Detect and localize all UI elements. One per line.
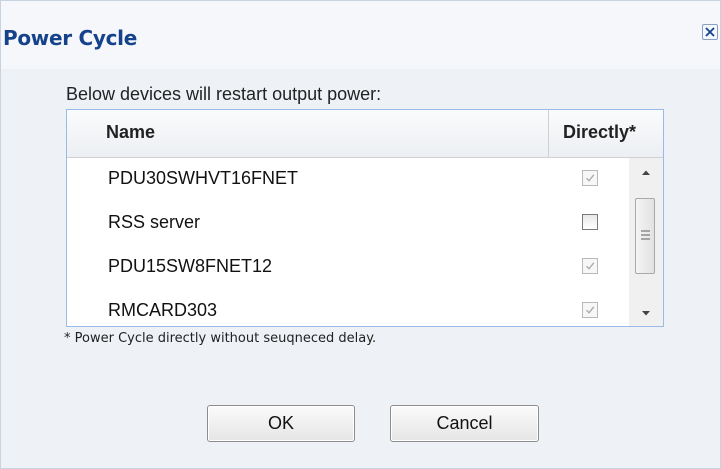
device-name: PDU15SW8FNET12 bbox=[108, 256, 273, 276]
column-divider bbox=[548, 110, 549, 157]
column-header-name[interactable]: Name bbox=[106, 122, 155, 143]
close-icon bbox=[705, 27, 715, 37]
directly-checkbox[interactable] bbox=[582, 258, 598, 274]
device-name: RSS server bbox=[108, 212, 201, 232]
column-header-directly[interactable]: Directly* bbox=[563, 122, 636, 143]
directly-checkbox[interactable] bbox=[582, 214, 598, 230]
intro-text: Below devices will restart output power: bbox=[66, 84, 382, 104]
close-button[interactable] bbox=[702, 24, 718, 40]
dialog-title: Power Cycle bbox=[3, 26, 137, 50]
directly-checkbox[interactable] bbox=[582, 170, 598, 186]
check-icon bbox=[586, 306, 595, 314]
scrollbar-thumb[interactable] bbox=[635, 198, 655, 274]
dialog-titlebar: Power Cycle bbox=[1, 1, 720, 69]
table-row[interactable]: RMCARD303 bbox=[67, 290, 627, 326]
table-row[interactable]: RSS server bbox=[67, 202, 627, 246]
check-icon bbox=[586, 262, 595, 270]
ok-button[interactable]: OK bbox=[207, 405, 355, 442]
grid-header: Name Directly* bbox=[67, 110, 663, 158]
directly-checkbox[interactable] bbox=[582, 302, 598, 318]
scroll-up-arrow-icon[interactable] bbox=[637, 164, 655, 182]
table-row[interactable]: PDU30SWHVT16FNET bbox=[67, 158, 627, 202]
table-row[interactable]: PDU15SW8FNET12 bbox=[67, 246, 627, 290]
grid-scrollbar[interactable] bbox=[629, 158, 663, 326]
footnote: * Power Cycle directly without seuqneced… bbox=[64, 331, 377, 346]
check-icon bbox=[586, 174, 595, 182]
device-name: PDU30SWHVT16FNET bbox=[108, 168, 299, 188]
power-cycle-dialog: Power Cycle Below devices will restart o… bbox=[0, 0, 721, 469]
cancel-button[interactable]: Cancel bbox=[390, 405, 539, 442]
grip-icon bbox=[641, 230, 650, 240]
scroll-down-arrow-icon[interactable] bbox=[637, 304, 655, 322]
devices-grid: Name Directly* PDU30SWHVT16FNET RSS serv… bbox=[66, 109, 664, 327]
device-name: RMCARD303 bbox=[108, 300, 218, 320]
